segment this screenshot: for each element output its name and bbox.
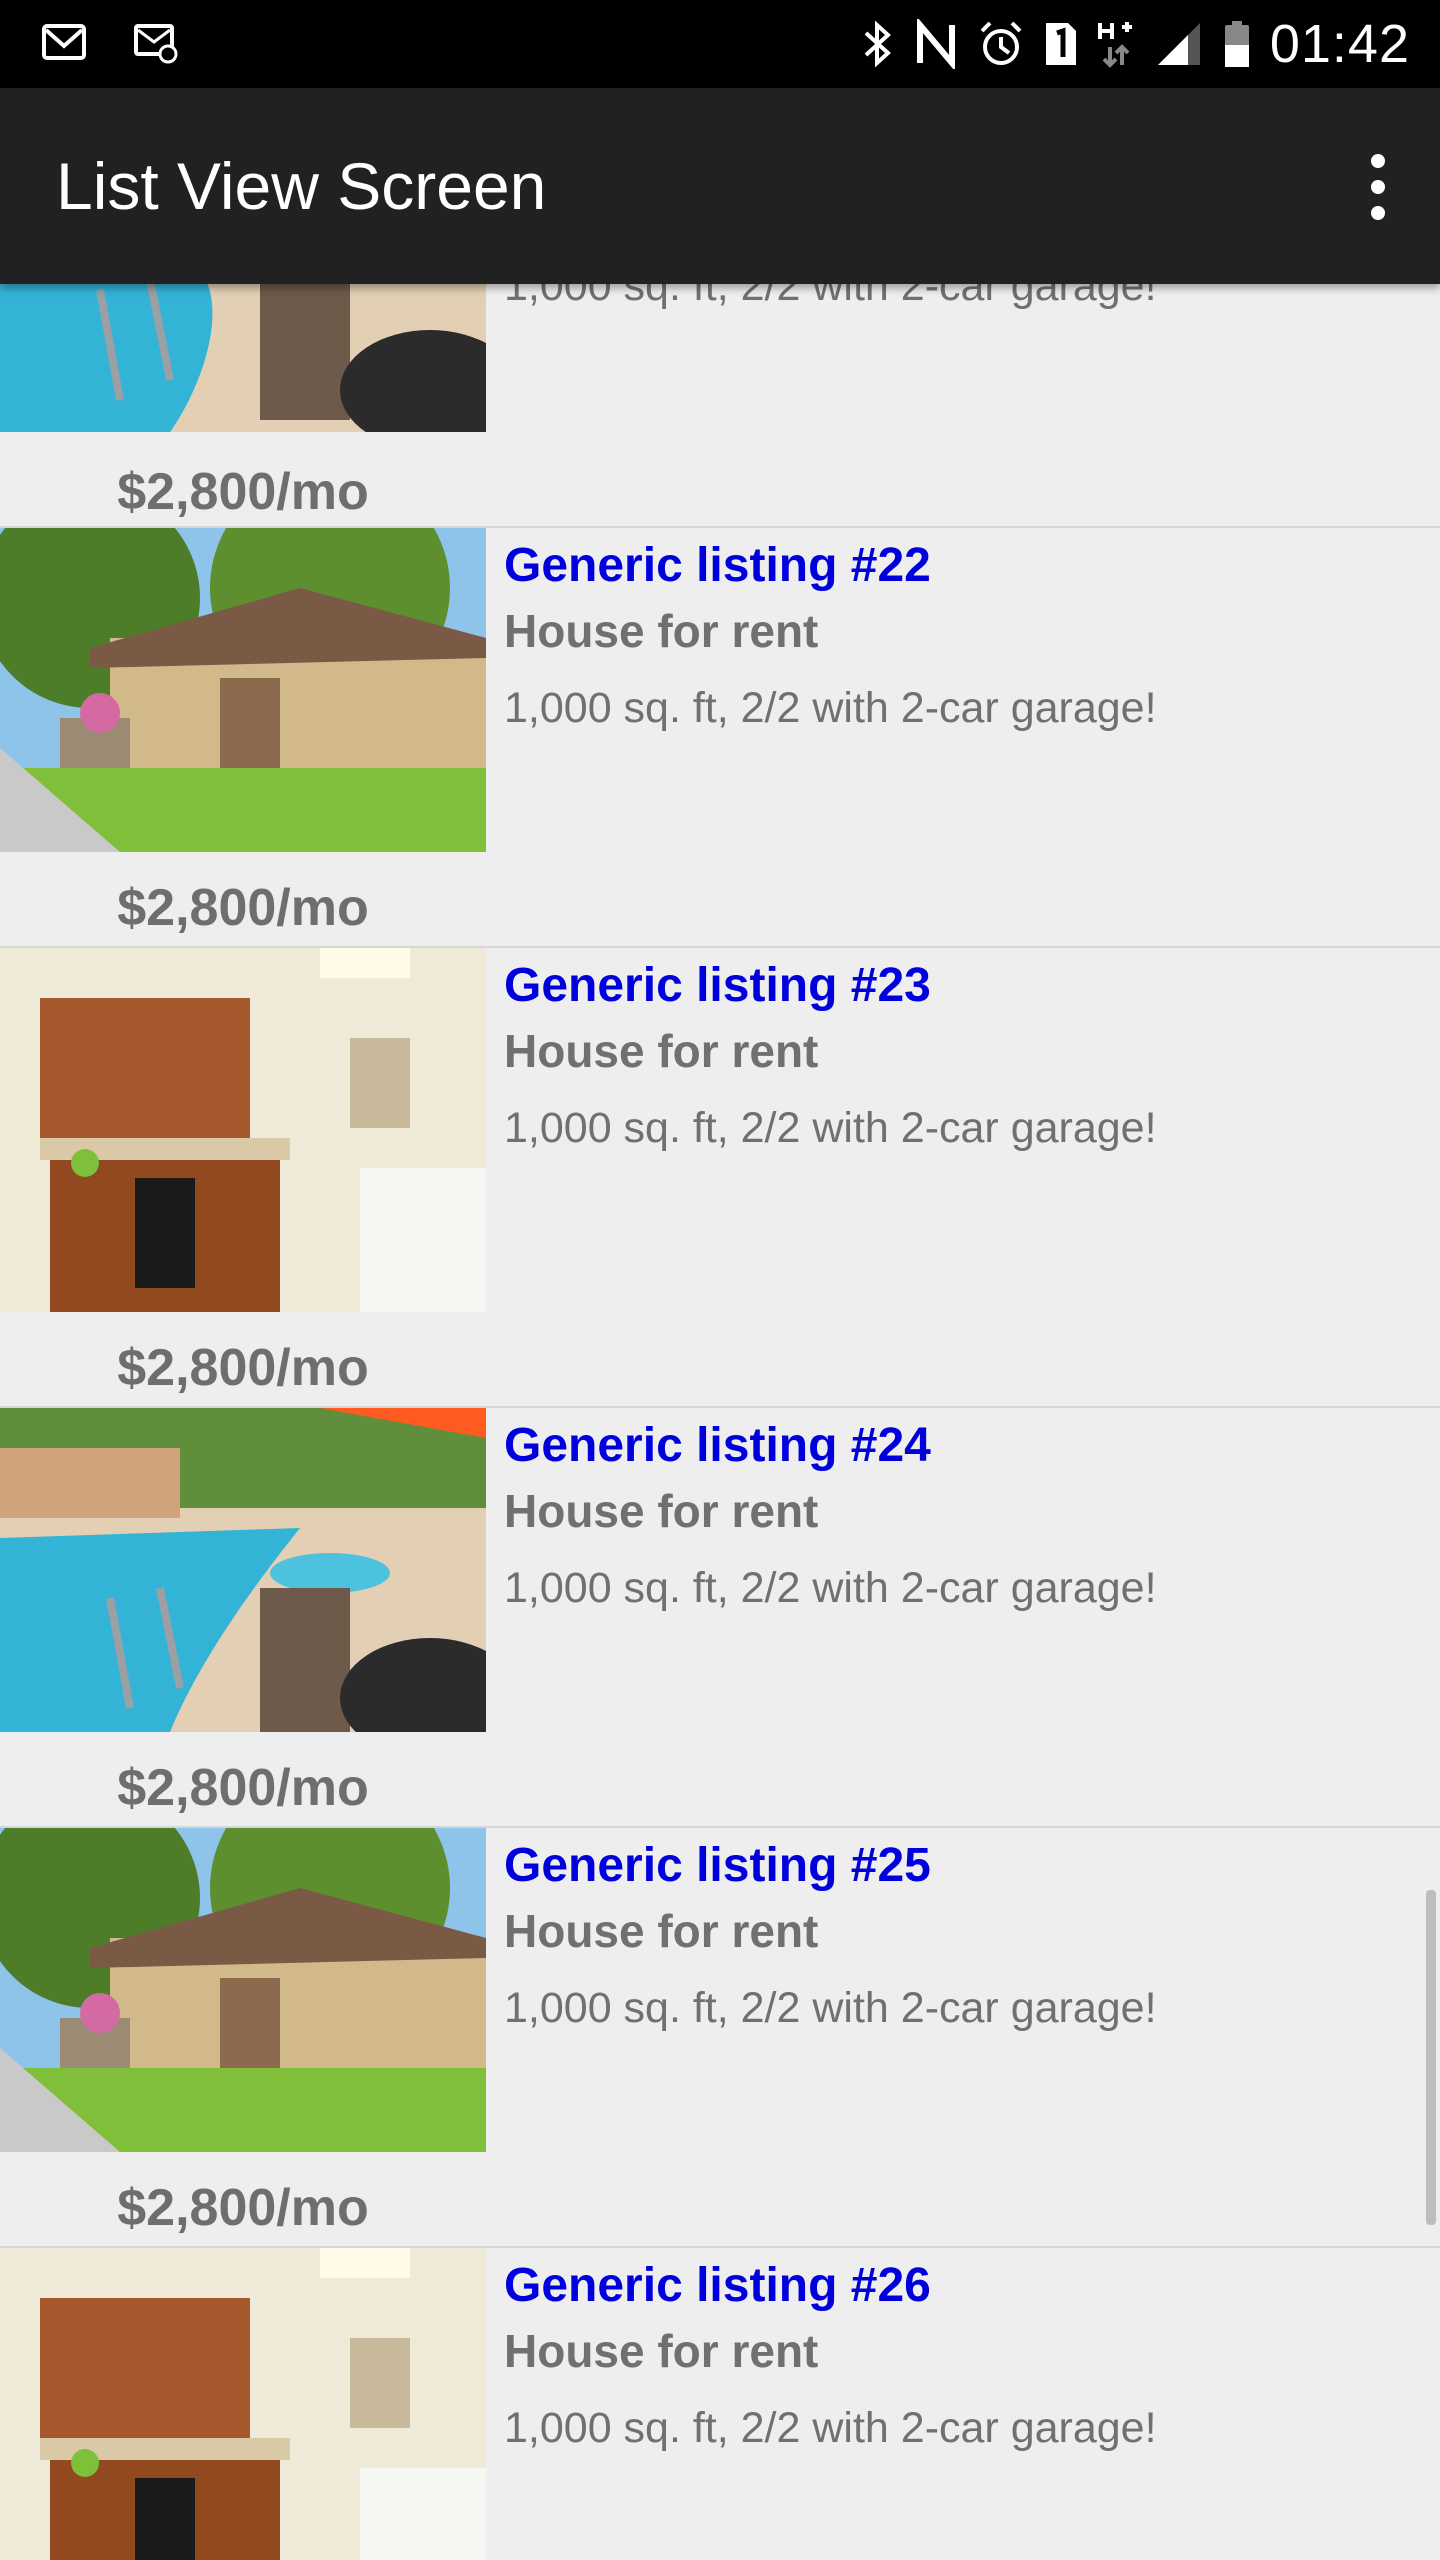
list-item[interactable]: Generic listing #22 House for rent 1,000… — [0, 528, 1440, 948]
gmail-notification-icon — [40, 18, 88, 66]
listing-subtitle: House for rent — [504, 2325, 819, 2377]
house-photo — [0, 1828, 486, 2152]
list-item[interactable]: Generic listing #26 House for rent 1,000… — [0, 2248, 1440, 2560]
nfc-icon — [912, 19, 960, 69]
listing-price: $2,800/mo — [117, 1759, 369, 1817]
listing-thumbnail-pool[interactable] — [0, 270, 486, 432]
email-notification-icon — [132, 18, 180, 66]
house-photo — [0, 528, 486, 852]
listing-thumbnail-house — [0, 1828, 486, 2152]
overflow-dot — [1371, 206, 1385, 220]
signal-icon — [1154, 19, 1204, 69]
kitchen-photo — [0, 948, 486, 1312]
pool-photo — [0, 1408, 486, 1732]
listing-title: Generic listing #25 — [504, 1839, 931, 1892]
sim-1-icon — [1042, 19, 1078, 69]
listing-price: $2,800/mo — [117, 2179, 369, 2237]
listing-thumbnail-house — [0, 528, 486, 852]
listing-list[interactable]: 1,000 sq. ft, 2/2 with 2-car garage! $2,… — [0, 0, 1440, 2560]
list-item[interactable]: Generic listing #25 House for rent 1,000… — [0, 1828, 1440, 2248]
overflow-menu-button[interactable] — [1358, 154, 1398, 224]
toolbar-title: List View Screen — [56, 149, 547, 223]
scrollbar[interactable] — [1426, 1890, 1436, 2225]
listing-thumbnail-pool — [0, 1408, 486, 1732]
listing-price: $2,800/mo — [117, 1339, 369, 1397]
alarm-icon — [978, 19, 1024, 69]
listing-description: 1,000 sq. ft, 2/2 with 2-car garage! — [504, 2404, 1157, 2452]
pool-photo — [0, 270, 486, 432]
listing-title: Generic listing #26 — [504, 2259, 931, 2312]
battery-icon — [1222, 19, 1252, 69]
listing-description: 1,000 sq. ft, 2/2 with 2-car garage! — [504, 1104, 1157, 1152]
listing-thumbnail-kitchen — [0, 2248, 486, 2560]
list-item[interactable]: Generic listing #24 House for rent 1,000… — [0, 1408, 1440, 1828]
listing-thumbnail-kitchen — [0, 948, 486, 1312]
overflow-dot — [1371, 180, 1385, 194]
listing-description: 1,000 sq. ft, 2/2 with 2-car garage! — [504, 1984, 1157, 2032]
list-item[interactable]: Generic listing #23 House for rent 1,000… — [0, 948, 1440, 1408]
listing-description: 1,000 sq. ft, 2/2 with 2-car garage! — [504, 684, 1157, 732]
listing-subtitle: House for rent — [504, 1485, 819, 1537]
listing-subtitle: House for rent — [504, 1905, 819, 1957]
status-bar: 01:42 — [0, 0, 1440, 88]
bluetooth-icon — [860, 19, 894, 69]
app-toolbar: List View Screen — [0, 88, 1440, 284]
listing-description: 1,000 sq. ft, 2/2 with 2-car garage! — [504, 1564, 1157, 1612]
overflow-dot — [1371, 154, 1385, 168]
listing-title: Generic listing #23 — [504, 959, 931, 1012]
listing-subtitle: House for rent — [504, 605, 819, 657]
listing-price: $2,800/mo — [117, 879, 369, 937]
hplus-data-icon — [1096, 19, 1136, 69]
status-time: 01:42 — [1269, 14, 1410, 74]
listing-title: Generic listing #22 — [504, 539, 931, 592]
listing-subtitle: House for rent — [504, 1025, 819, 1077]
listing-title: Generic listing #24 — [504, 1419, 931, 1472]
kitchen-photo — [0, 2248, 486, 2560]
listing-price: $2,800/mo — [117, 463, 369, 521]
